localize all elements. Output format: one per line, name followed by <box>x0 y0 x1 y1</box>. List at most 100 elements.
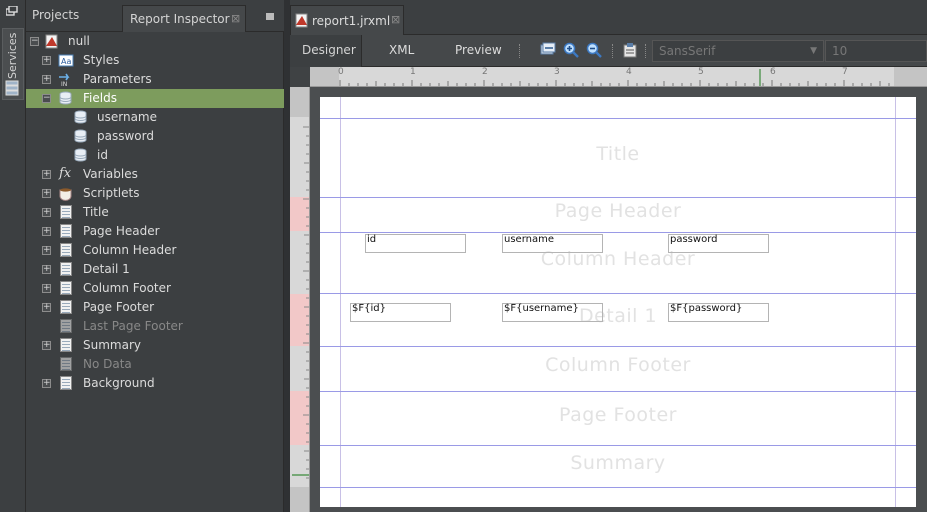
tab-designer-label: Designer <box>302 43 356 57</box>
restore-window-icon[interactable] <box>6 6 18 16</box>
tree-item-field-id[interactable]: id <box>26 146 284 165</box>
fields-icon <box>59 91 72 105</box>
expand-icon[interactable]: + <box>42 170 51 179</box>
font-size-select[interactable]: 10 <box>825 40 927 62</box>
tab-xml[interactable]: XML <box>389 43 414 57</box>
detail-field-username[interactable]: $F{username} <box>502 303 603 322</box>
band-page-footer[interactable]: Page Footer <box>340 404 896 426</box>
collapse-icon[interactable]: − <box>30 37 39 46</box>
expand-icon[interactable]: + <box>42 341 51 350</box>
report-inspector-tree: − null + Aa Styles + IN Parameters − Fie… <box>26 32 284 512</box>
band-icon <box>60 243 72 257</box>
detail-field-password[interactable]: $F{password} <box>668 303 769 322</box>
report-icon <box>45 34 58 49</box>
font-size-value: 10 <box>832 44 848 58</box>
toolbar-separator <box>612 44 614 58</box>
tree-item-label: Page Header <box>83 224 160 238</box>
detail-field-id[interactable]: $F{id} <box>350 303 451 322</box>
svg-text:Aa: Aa <box>61 57 71 66</box>
tree-item-page-header[interactable]: + Page Header <box>26 222 284 241</box>
tree-item-label: id <box>97 148 108 162</box>
tree-item-label: Styles <box>83 53 120 67</box>
svg-text:IN: IN <box>61 81 67 87</box>
band-summary[interactable]: Summary <box>340 452 896 474</box>
minimize-icon[interactable] <box>266 13 274 20</box>
expand-icon[interactable]: + <box>42 208 51 217</box>
zoom-fit-icon[interactable] <box>540 42 556 58</box>
tree-item-summary[interactable]: + Summary <box>26 336 284 355</box>
zoom-in-icon[interactable] <box>563 42 579 58</box>
expand-icon[interactable]: + <box>42 379 51 388</box>
horizontal-ruler[interactable]: 0 1 2 3 4 5 6 7 <box>310 67 927 87</box>
vertical-ruler[interactable] <box>290 87 310 512</box>
field-icon <box>74 148 87 162</box>
tree-item-parameters[interactable]: + IN Parameters <box>26 70 284 89</box>
column-header-field-username[interactable]: username <box>502 234 603 253</box>
band-separator[interactable] <box>320 391 916 392</box>
zoom-out-icon[interactable] <box>586 42 602 58</box>
close-icon[interactable]: ⊠ <box>231 12 240 25</box>
close-icon[interactable]: ⊠ <box>391 13 400 26</box>
expand-icon[interactable]: + <box>42 75 51 84</box>
band-separator[interactable] <box>320 487 916 488</box>
band-separator[interactable] <box>320 445 916 446</box>
expand-icon[interactable]: + <box>42 284 51 293</box>
tab-designer[interactable]: Designer <box>290 35 362 67</box>
tree-item-title[interactable]: + Title <box>26 203 284 222</box>
band-separator[interactable] <box>320 197 916 198</box>
band-icon <box>60 319 72 333</box>
tab-report1-jrxml[interactable]: report1.jrxml ⊠ <box>290 5 404 35</box>
tree-item-detail[interactable]: + Detail 1 <box>26 260 284 279</box>
ruler-label: 6 <box>770 67 776 77</box>
field-icon <box>74 129 87 143</box>
band-separator[interactable] <box>320 346 916 347</box>
tree-item-last-page-footer[interactable]: Last Page Footer <box>26 317 284 336</box>
tree-item-label: Variables <box>83 167 138 181</box>
paste-format-icon[interactable] <box>622 42 638 58</box>
column-header-field-id[interactable]: id <box>365 234 466 253</box>
tree-item-label: password <box>97 129 154 143</box>
expand-icon[interactable]: + <box>42 189 51 198</box>
band-separator[interactable] <box>320 293 916 294</box>
tree-item-field-password[interactable]: password <box>26 127 284 146</box>
tree-item-styles[interactable]: + Aa Styles <box>26 51 284 70</box>
tree-item-label: Fields <box>83 91 117 105</box>
band-title[interactable]: Title <box>340 143 896 165</box>
tree-root[interactable]: − null <box>26 32 284 51</box>
tree-item-no-data[interactable]: No Data <box>26 355 284 374</box>
band-separator[interactable] <box>320 232 916 233</box>
tab-preview[interactable]: Preview <box>455 43 502 57</box>
tab-report-inspector-label: Report Inspector <box>130 12 230 26</box>
collapse-icon[interactable]: − <box>42 94 51 103</box>
tree-item-label: Page Footer <box>83 300 155 314</box>
tree-item-column-footer[interactable]: + Column Footer <box>26 279 284 298</box>
tree-item-column-header[interactable]: + Column Header <box>26 241 284 260</box>
tree-item-variables[interactable]: + fx Variables <box>26 165 284 184</box>
band-icon <box>60 338 72 352</box>
expand-icon[interactable]: + <box>42 56 51 65</box>
tab-projects[interactable]: Projects <box>32 8 79 22</box>
font-family-select[interactable]: SansSerif ▼ <box>652 40 824 62</box>
expand-icon[interactable]: + <box>42 265 51 274</box>
expand-icon[interactable]: + <box>42 246 51 255</box>
band-column-footer[interactable]: Column Footer <box>340 354 896 376</box>
ruler-corner <box>290 67 310 87</box>
inspector-tab-bar: Projects Report Inspector ⊠ <box>26 0 284 32</box>
tree-item-scriptlets[interactable]: + Scriptlets <box>26 184 284 203</box>
tab-report-inspector[interactable]: Report Inspector ⊠ <box>122 5 246 32</box>
band-page-header[interactable]: Page Header <box>340 200 896 222</box>
tree-root-label: null <box>68 34 90 48</box>
expand-icon[interactable]: + <box>42 303 51 312</box>
tree-item-field-username[interactable]: username <box>26 108 284 127</box>
tree-item-fields[interactable]: − Fields <box>26 89 284 108</box>
band-icon <box>60 262 72 276</box>
tree-item-label: Detail 1 <box>83 262 130 276</box>
tree-item-label: Column Footer <box>83 281 171 295</box>
band-icon <box>60 281 72 295</box>
tree-item-background[interactable]: + Background <box>26 374 284 393</box>
tree-item-page-footer[interactable]: + Page Footer <box>26 298 284 317</box>
band-separator[interactable] <box>320 118 916 119</box>
expand-icon[interactable]: + <box>42 227 51 236</box>
ruler-ticks <box>310 67 927 86</box>
column-header-field-password[interactable]: password <box>668 234 769 253</box>
